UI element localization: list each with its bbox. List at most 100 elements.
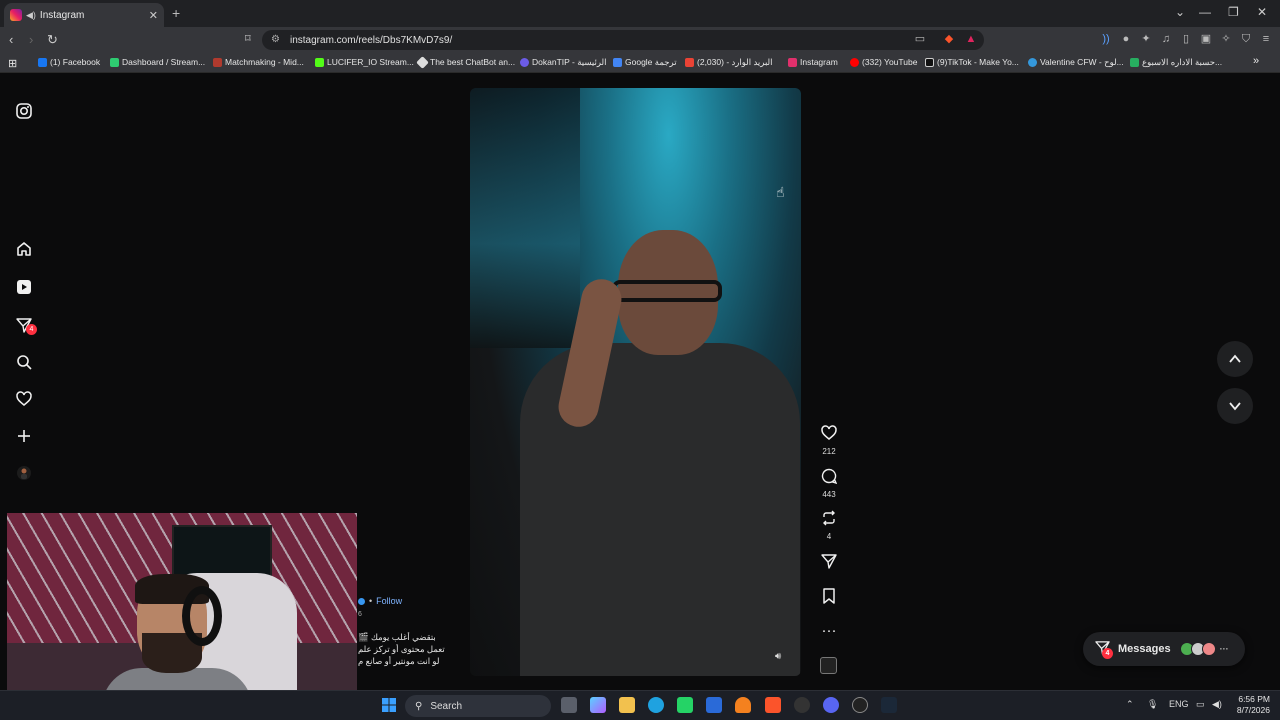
next-reel-button[interactable] xyxy=(1217,388,1253,424)
facebook-icon xyxy=(38,57,47,67)
tray-overflow-icon[interactable]: ⌃ xyxy=(1126,699,1134,710)
verified-badge-icon xyxy=(358,597,365,605)
brave-shield-icon[interactable]: ◆ xyxy=(943,33,955,45)
new-tab-button[interactable]: + xyxy=(172,5,180,21)
messages-button[interactable]: 4 Messages ··· xyxy=(1083,632,1245,666)
steam-icon[interactable] xyxy=(881,697,897,713)
recent-contacts xyxy=(1179,642,1216,656)
reels-icon[interactable] xyxy=(16,279,32,295)
bookmark-dokantip[interactable]: DokanTIP - الرئيسية xyxy=(520,57,606,68)
cloudflare-icon[interactable] xyxy=(735,697,751,713)
network-icon[interactable]: ▭ xyxy=(1196,699,1205,710)
discord-icon[interactable] xyxy=(823,697,839,713)
save-button[interactable] xyxy=(818,588,840,609)
site-info-icon[interactable]: ⚙ xyxy=(271,34,280,45)
messages-icon: 4 xyxy=(1095,640,1113,659)
back-icon[interactable]: ‹ xyxy=(9,32,13,47)
instagram-logo-icon[interactable] xyxy=(16,103,32,119)
like-count: 212 xyxy=(822,447,836,456)
outlook-icon[interactable] xyxy=(706,697,722,713)
valentine-icon xyxy=(1028,58,1037,67)
language-indicator[interactable]: ENG xyxy=(1169,699,1189,709)
bookmark-icon[interactable]: ⌑ xyxy=(245,32,251,45)
sheets-icon xyxy=(1130,58,1139,67)
audio-icon[interactable]: )) xyxy=(1100,33,1112,45)
bookmark-valentine[interactable]: Valentine CFW - لوح... xyxy=(1028,57,1124,68)
bookmark-facebook[interactable]: (1) Facebook xyxy=(38,57,100,67)
shield-icon[interactable]: ⛉ xyxy=(1240,33,1252,45)
comment-button[interactable]: 443 xyxy=(818,468,840,499)
browser-tab-instagram[interactable]: ◀) Instagram ✕ xyxy=(4,3,164,27)
taskbar-search[interactable]: ⚲ Search xyxy=(405,695,551,717)
tab-search-icon[interactable]: ⌄ xyxy=(1175,5,1185,19)
bookmarks-overflow-icon[interactable]: » xyxy=(1253,55,1259,67)
address-bar[interactable]: ⚙ instagram.com/reels/Dbs7KMvD7s9/ xyxy=(262,30,984,50)
whatsapp-icon[interactable] xyxy=(677,697,693,713)
more-options-button[interactable]: ··· xyxy=(818,622,840,640)
windows-start-icon[interactable] xyxy=(381,697,397,713)
restore-button[interactable]: ❐ xyxy=(1228,5,1239,19)
bookmark-gmail[interactable]: البريد الوارد - (2,030) xyxy=(685,57,773,68)
sidebar-toggle-icon[interactable]: ▯ xyxy=(1180,33,1192,45)
edge-icon[interactable] xyxy=(648,697,664,713)
reel-video[interactable] xyxy=(470,88,801,676)
instagram-favicon-icon xyxy=(10,9,22,21)
bookmark-spreadsheet[interactable]: حسبة الاداره الاسبوع... xyxy=(1130,57,1222,68)
headphones xyxy=(182,586,222,646)
like-button[interactable]: 212 xyxy=(818,425,840,456)
file-explorer-icon[interactable] xyxy=(619,697,635,713)
bookmark-google-translate[interactable]: Google ترجمة xyxy=(613,57,677,68)
task-view-icon[interactable] xyxy=(561,697,577,713)
volume-tray-icon[interactable]: ◀) xyxy=(1212,699,1222,710)
caption-count: 6 xyxy=(358,611,362,618)
forward-icon[interactable]: › xyxy=(29,32,33,47)
close-window-button[interactable]: ✕ xyxy=(1257,5,1267,19)
bookmark-youtube[interactable]: (332) YouTube xyxy=(850,57,917,67)
system-clock[interactable]: 6:56 PM 8/7/2026 xyxy=(1228,694,1270,716)
wallet-icon[interactable]: ▣ xyxy=(1200,33,1212,45)
bookmark-streamelements[interactable]: Dashboard / Stream... xyxy=(110,57,205,67)
more-options-icon: ··· xyxy=(821,622,837,639)
notifications-heart-icon[interactable] xyxy=(16,391,32,407)
cast-icon[interactable]: ▭ xyxy=(914,33,926,45)
media-icon[interactable]: ♫ xyxy=(1160,33,1172,45)
reload-icon[interactable]: ↻ xyxy=(47,32,58,48)
volume-icon[interactable]: 🔊︎ xyxy=(775,651,781,662)
original-audio-thumbnail[interactable] xyxy=(820,657,837,674)
clock-date: 8/7/2026 xyxy=(1236,705,1270,715)
obs-icon[interactable] xyxy=(852,697,868,713)
follow-button[interactable]: Follow xyxy=(376,596,402,606)
brave-icon[interactable] xyxy=(765,697,781,713)
app-icon[interactable] xyxy=(794,697,810,713)
menu-icon[interactable]: ≡ xyxy=(1260,33,1272,45)
previous-reel-button[interactable] xyxy=(1217,341,1253,377)
search-icon[interactable] xyxy=(16,354,32,370)
url-text: instagram.com/reels/Dbs7KMvD7s9/ xyxy=(290,34,453,46)
bookmark-kick[interactable]: LUCIFER_IO Stream... xyxy=(315,57,414,67)
share-button[interactable] xyxy=(818,553,840,574)
minimize-button[interactable]: — xyxy=(1199,5,1211,19)
create-plus-icon[interactable] xyxy=(16,428,32,444)
contact-avatar xyxy=(1201,642,1216,656)
extensions-icon[interactable]: ✦ xyxy=(1140,33,1152,45)
copilot-icon[interactable] xyxy=(590,697,606,713)
messages-label: Messages xyxy=(1118,643,1171,655)
leo-ai-icon[interactable]: ✧ xyxy=(1220,33,1232,45)
profile-avatar[interactable] xyxy=(16,465,32,481)
tiktok-icon xyxy=(925,57,934,67)
microphone-icon[interactable]: 🎙︎ xyxy=(1147,699,1158,710)
bookmark-matchmaking[interactable]: Matchmaking - Mid... xyxy=(213,57,304,67)
share-icon xyxy=(818,553,840,574)
apps-grid-icon[interactable]: ⊞ xyxy=(8,57,17,70)
google-translate-icon xyxy=(613,58,622,67)
bookmark-instagram[interactable]: Instagram xyxy=(788,57,838,67)
home-icon[interactable] xyxy=(16,241,32,257)
vpn-icon[interactable]: ● xyxy=(1120,33,1132,45)
tab-close-icon[interactable]: ✕ xyxy=(149,9,158,22)
brave-rewards-icon[interactable]: ▲ xyxy=(965,33,977,45)
repost-button[interactable]: 4 xyxy=(818,510,840,541)
bookmark-tiktok[interactable]: (9)TikTok - Make Yo... xyxy=(925,57,1019,67)
bookmark-chatbot[interactable]: The best ChatBot an... xyxy=(416,55,515,69)
speaker-icon[interactable]: ◀) xyxy=(26,10,36,21)
caption-line-1: بتقضي أغلب يومك 🎬 xyxy=(358,632,436,642)
